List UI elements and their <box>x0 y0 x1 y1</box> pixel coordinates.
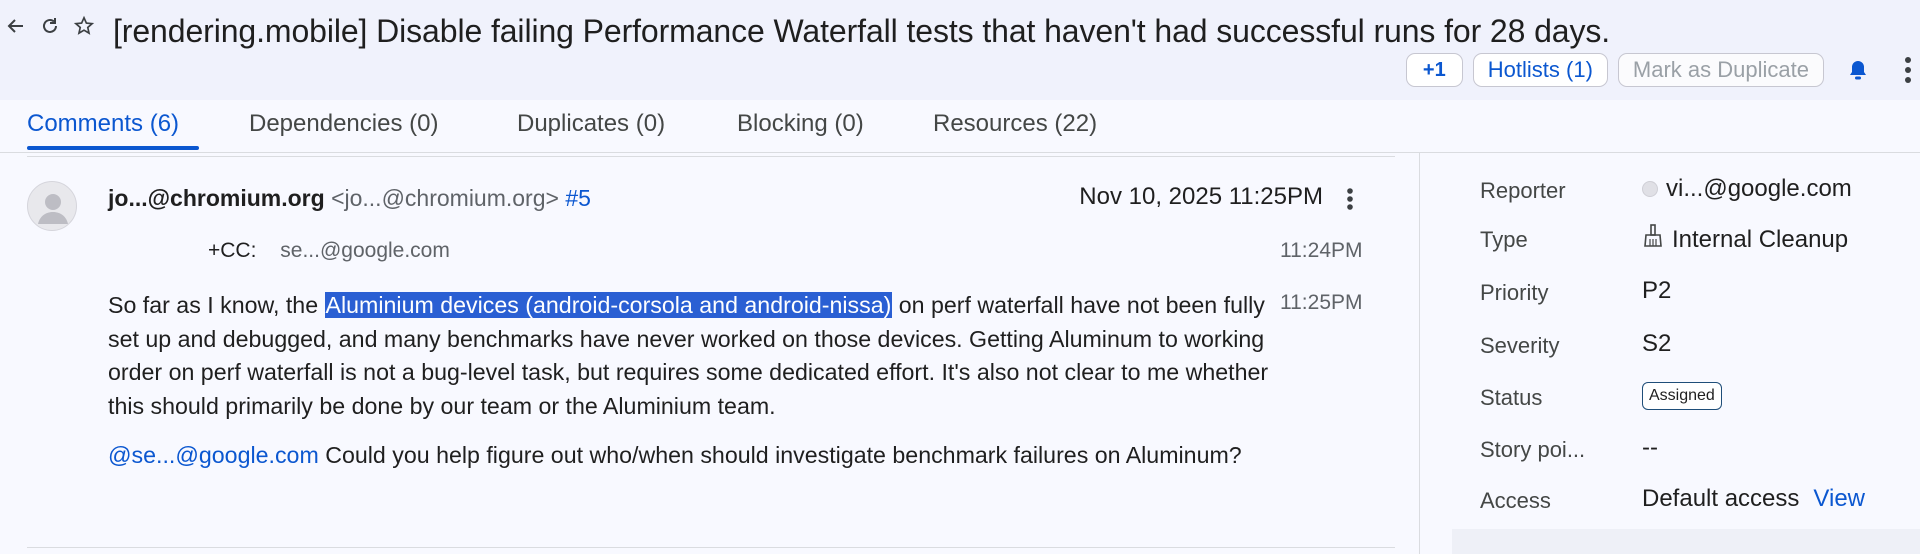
priority-value[interactable]: P2 <box>1642 277 1671 305</box>
star-icon[interactable] <box>72 12 96 40</box>
tab-duplicates[interactable]: Duplicates (0) <box>517 110 665 138</box>
more-vert-icon[interactable] <box>1898 53 1918 87</box>
comment-more-icon[interactable] <box>1340 185 1360 213</box>
broom-icon <box>1642 224 1664 255</box>
field-priority: Priority P2 <box>1480 277 1920 311</box>
field-type: Type Internal Cleanup <box>1480 224 1920 258</box>
plus-one-button[interactable]: +1 <box>1405 53 1463 87</box>
body-text-question: Could you help figure out who/when shoul… <box>318 442 1242 468</box>
comment-author: jo...@chromium.org <jo...@chromium.org> … <box>108 185 591 212</box>
reporter-email[interactable]: vi...@google.com <box>1666 175 1852 203</box>
status-badge[interactable]: Assigned <box>1642 382 1722 410</box>
cc-change: +CC: se...@google.com <box>208 239 450 263</box>
field-label: Reporter <box>1480 178 1566 203</box>
comment-body-paragraph: So far as I know, the Aluminium devices … <box>108 289 1278 423</box>
reporter-value[interactable]: vi...@google.com <box>1642 175 1852 203</box>
body-timestamp: 11:25PM <box>1280 291 1363 314</box>
avatar <box>1642 181 1658 197</box>
cc-label: +CC: <box>208 239 257 262</box>
comment-body-paragraph-2: @se...@google.com Could you help figure … <box>108 439 1278 473</box>
tab-comments[interactable]: Comments (6) <box>27 110 179 138</box>
divider <box>27 547 1395 548</box>
field-story-points: Story poi... -- <box>1480 434 1920 468</box>
comment-date: Nov 10, 2025 11:25PM <box>1079 183 1323 210</box>
panel-footer <box>1452 529 1920 554</box>
field-label: Story poi... <box>1480 437 1586 462</box>
hotlists-button[interactable]: Hotlists (1) <box>1472 53 1608 87</box>
divider <box>27 156 1395 157</box>
comment-number-link[interactable]: #5 <box>565 185 591 211</box>
active-tab-indicator <box>27 146 199 150</box>
mark-duplicate-button[interactable]: Mark as Duplicate <box>1617 53 1824 87</box>
cc-timestamp: 11:24PM <box>1280 239 1363 262</box>
body-text-start: So far as I know, the <box>108 292 325 318</box>
bell-icon[interactable] <box>1840 53 1876 87</box>
back-arrow-icon[interactable] <box>4 12 28 40</box>
story-points-value[interactable]: -- <box>1642 434 1658 462</box>
selected-text: Aluminium devices (android-corsola and a… <box>324 292 893 318</box>
access-text: Default access <box>1642 485 1800 512</box>
issue-header: [rendering.mobile] Disable failing Perfo… <box>0 0 1920 100</box>
cc-value: se...@google.com <box>280 239 450 262</box>
browser-nav <box>4 12 96 40</box>
access-view-link[interactable]: View <box>1813 485 1865 513</box>
author-name[interactable]: jo...@chromium.org <box>108 185 325 211</box>
issue-title: [rendering.mobile] Disable failing Perfo… <box>113 13 1611 49</box>
avatar[interactable] <box>27 181 77 231</box>
metadata-panel: Reporter vi...@google.com Type Internal … <box>1452 153 1920 554</box>
mention-link[interactable]: @se...@google.com <box>108 442 319 468</box>
field-access: Access Default access View <box>1480 485 1920 519</box>
author-email: <jo...@chromium.org> <box>331 185 559 211</box>
tab-resources[interactable]: Resources (22) <box>933 110 1097 138</box>
header-actions: +1 Hotlists (1) Mark as Duplicate <box>1405 52 1920 88</box>
reload-icon[interactable] <box>38 12 62 40</box>
severity-value[interactable]: S2 <box>1642 330 1671 358</box>
tab-blocking[interactable]: Blocking (0) <box>737 110 864 138</box>
comment-pane: jo...@chromium.org <jo...@chromium.org> … <box>0 153 1420 554</box>
type-text: Internal Cleanup <box>1672 225 1849 253</box>
type-value[interactable]: Internal Cleanup <box>1642 224 1848 255</box>
field-severity: Severity S2 <box>1480 330 1920 364</box>
field-label: Status <box>1480 385 1543 410</box>
field-status: Status Assigned <box>1480 382 1920 416</box>
field-label: Access <box>1480 488 1551 513</box>
field-reporter: Reporter vi...@google.com <box>1480 175 1920 209</box>
field-label: Priority <box>1480 280 1549 305</box>
issue-tabs: Comments (6) Dependencies (0) Duplicates… <box>0 100 1920 153</box>
tab-dependencies[interactable]: Dependencies (0) <box>249 110 438 138</box>
field-label: Type <box>1480 227 1528 252</box>
status-value[interactable]: Assigned <box>1642 382 1722 410</box>
field-label: Severity <box>1480 333 1560 358</box>
access-value: Default access View <box>1642 485 1865 513</box>
